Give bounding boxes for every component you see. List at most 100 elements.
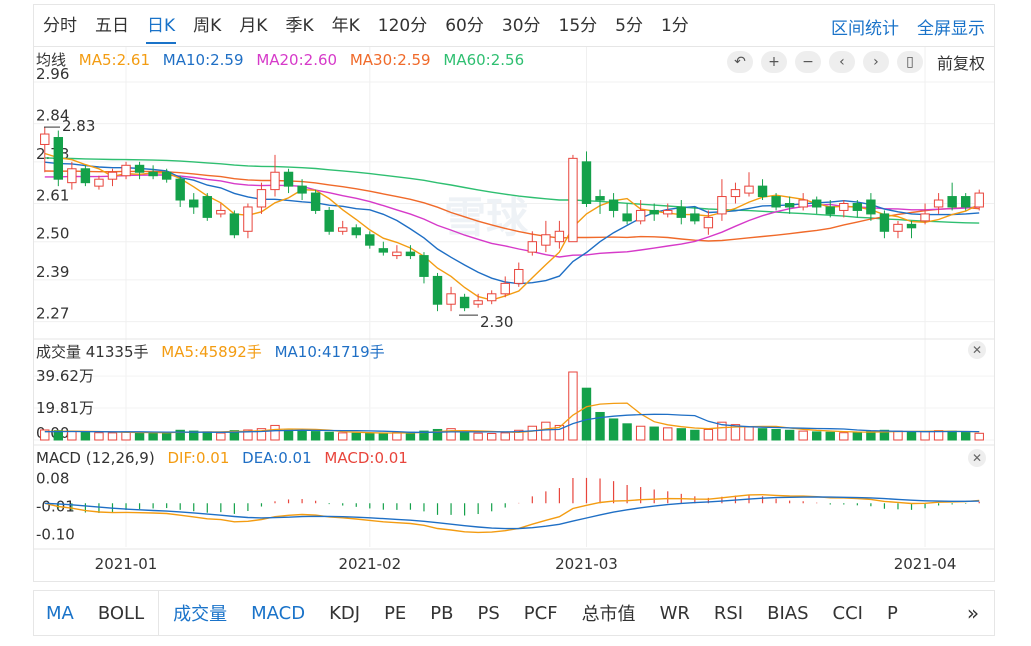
indicator-14[interactable]: P bbox=[875, 603, 910, 624]
candle-body bbox=[486, 293, 497, 302]
zoom-out-icon[interactable]: − bbox=[794, 51, 821, 73]
candle-body bbox=[893, 223, 903, 232]
indicator-1[interactable]: BOLL bbox=[86, 603, 156, 624]
indicator-2[interactable]: 成交量 bbox=[161, 600, 239, 626]
period-tab-7[interactable]: 120分 bbox=[369, 5, 436, 47]
volume-bar bbox=[473, 432, 483, 441]
volume-bar bbox=[94, 432, 104, 441]
candle-body bbox=[229, 213, 240, 236]
macd-tick-label: -0.10 bbox=[36, 526, 75, 544]
ma60-legend: MA60:2.56 bbox=[443, 51, 525, 69]
chart-controls: ↶ + − ‹ › ▯ 前复权 bbox=[726, 50, 985, 74]
period-tab-5[interactable]: 季K bbox=[276, 5, 322, 47]
adjust-mode-button[interactable]: 前复权 bbox=[937, 50, 985, 74]
indicator-5[interactable]: PE bbox=[372, 603, 418, 624]
candle-body bbox=[405, 251, 416, 257]
volume-bar bbox=[825, 431, 835, 441]
volume-bar bbox=[392, 432, 402, 441]
indicator-9[interactable]: 总市值 bbox=[570, 600, 648, 626]
volume-ma10-line bbox=[44, 413, 980, 433]
macd-dea-legend: DEA:0.01 bbox=[242, 449, 312, 467]
period-tab-2[interactable]: 日K bbox=[138, 5, 184, 47]
volume-bar bbox=[541, 421, 551, 441]
candle-body bbox=[378, 248, 389, 253]
volume-bar bbox=[107, 432, 118, 441]
candle-body bbox=[622, 213, 632, 222]
candle-body bbox=[608, 199, 619, 211]
chevron-left-icon[interactable]: ‹ bbox=[828, 51, 855, 73]
close-volume-icon[interactable]: ✕ bbox=[968, 341, 986, 359]
candle-body bbox=[798, 199, 808, 208]
zoom-in-icon[interactable]: + bbox=[760, 51, 787, 73]
candle-body bbox=[338, 227, 348, 232]
candle-body bbox=[310, 192, 321, 211]
candle-body bbox=[703, 216, 714, 229]
kline-chart-svg[interactable]: 2.962.842.732.612.502.392.27雪球2.832.3039… bbox=[34, 47, 994, 581]
reset-icon[interactable]: ↶ bbox=[726, 51, 753, 73]
volume-bar bbox=[459, 431, 470, 441]
volume-bar bbox=[121, 431, 131, 441]
candle-body bbox=[134, 164, 145, 173]
indicator-12[interactable]: BIAS bbox=[755, 603, 820, 624]
volume-bar bbox=[202, 431, 212, 441]
candle-body bbox=[432, 275, 443, 305]
ma20-legend: MA20:2.60 bbox=[256, 51, 338, 69]
indicator-8[interactable]: PCF bbox=[512, 603, 570, 624]
indicator-3[interactable]: MACD bbox=[239, 603, 317, 624]
price-tick-label: 2.73 bbox=[36, 145, 69, 163]
candle-body bbox=[595, 196, 605, 201]
period-tab-1[interactable]: 五日 bbox=[86, 5, 138, 47]
candle-body bbox=[459, 296, 470, 309]
chevron-right-icon[interactable]: › bbox=[862, 51, 889, 73]
indicator-10[interactable]: WR bbox=[648, 603, 702, 624]
candle-body bbox=[202, 196, 212, 218]
indicator-7[interactable]: PS bbox=[466, 603, 512, 624]
indicator-separator bbox=[158, 591, 160, 635]
period-tab-0[interactable]: 分时 bbox=[34, 5, 86, 47]
fullscreen-link[interactable]: 全屏显示 bbox=[908, 14, 994, 39]
range-stats-link[interactable]: 区间统计 bbox=[822, 14, 908, 39]
volume-bar bbox=[771, 428, 781, 441]
candle-body bbox=[581, 161, 592, 204]
macd-tick-label: 0.08 bbox=[36, 469, 69, 487]
volume-bar bbox=[365, 433, 375, 441]
close-macd-icon[interactable]: ✕ bbox=[968, 449, 986, 467]
candle-body bbox=[256, 189, 267, 208]
indicator-0[interactable]: MA bbox=[34, 603, 86, 624]
ma-legend: 均线 MA5:2.61 MA10:2.59 MA20:2.60 MA30:2.5… bbox=[36, 49, 532, 70]
volume-bar bbox=[595, 411, 605, 441]
candle-body bbox=[473, 300, 483, 305]
macd-dea-line bbox=[44, 496, 980, 530]
candle-style-icon[interactable]: ▯ bbox=[896, 51, 923, 73]
volume-bar bbox=[283, 429, 294, 441]
chart-area[interactable]: 2.96 2.84 2.73 2.61 2.50 2.39 2.27 雪球 2.83 2.30 39… bbox=[33, 46, 995, 582]
period-tab-11[interactable]: 5分 bbox=[606, 5, 652, 47]
period-tab-4[interactable]: 月K bbox=[230, 5, 276, 47]
indicator-4[interactable]: KDJ bbox=[317, 603, 372, 624]
candle-body bbox=[297, 185, 307, 194]
volume-bar bbox=[649, 426, 659, 441]
candle-body bbox=[121, 164, 131, 177]
period-tab-12[interactable]: 1分 bbox=[652, 5, 698, 47]
period-tab-3[interactable]: 周K bbox=[184, 5, 230, 47]
period-tab-10[interactable]: 15分 bbox=[550, 5, 607, 47]
indicator-13[interactable]: CCI bbox=[821, 603, 875, 624]
indicator-6[interactable]: PB bbox=[418, 603, 465, 624]
candle-body bbox=[879, 213, 890, 232]
candle-body bbox=[419, 255, 429, 277]
period-tab-bar: 分时 五日 日K 周K 月K 季K 年K 120分 60分 30分 15分 5分 1分 区间统计 全屏显… bbox=[33, 4, 995, 47]
volume-bar bbox=[839, 432, 849, 441]
candle-body bbox=[717, 196, 727, 215]
volume-bar bbox=[703, 428, 714, 441]
period-tab-9[interactable]: 30分 bbox=[493, 5, 550, 47]
candle-body bbox=[744, 185, 754, 194]
indicator-11[interactable]: RSI bbox=[702, 603, 755, 624]
candle-body bbox=[365, 234, 375, 246]
candle-body bbox=[784, 203, 795, 208]
volume-legend-label: 成交量 41335手 bbox=[36, 343, 149, 361]
period-tab-8[interactable]: 60分 bbox=[436, 5, 493, 47]
volume-bar bbox=[351, 432, 361, 441]
period-tab-6[interactable]: 年K bbox=[323, 5, 369, 47]
macd-dif-legend: DIF:0.01 bbox=[167, 449, 230, 467]
more-indicators-icon[interactable]: » bbox=[952, 591, 994, 635]
